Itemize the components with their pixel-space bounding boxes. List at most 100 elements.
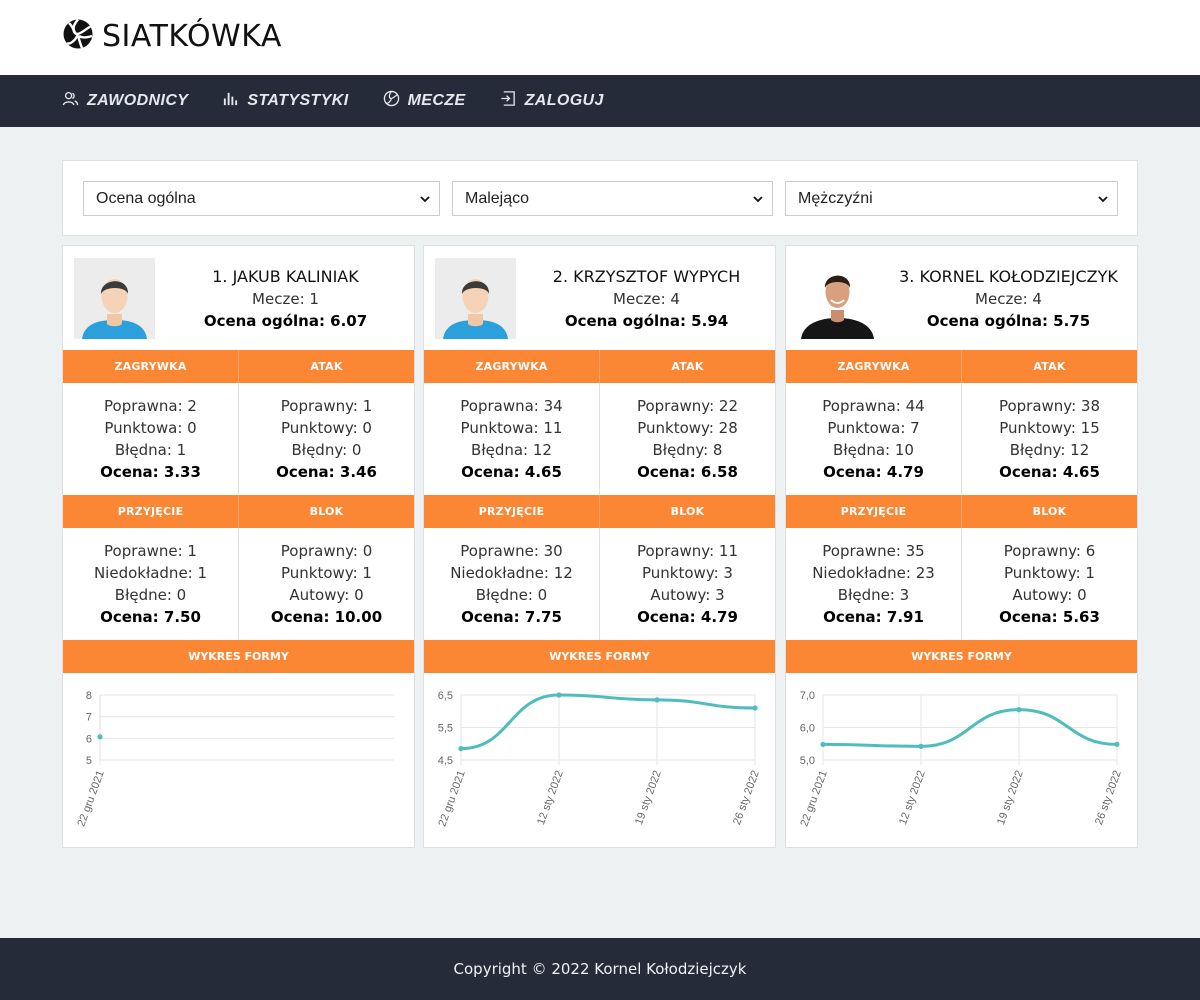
stat-line: Błędny: 8 <box>652 441 723 459</box>
nav-matches[interactable]: MECZE <box>383 90 466 112</box>
y-tick-label: 6,0 <box>800 723 815 735</box>
stat-rating: Ocena: 3.33 <box>100 463 201 481</box>
form-chart-header: WYKRES FORMY <box>424 640 775 673</box>
stat-line: Punktowy: 15 <box>999 419 1100 437</box>
stat-line: Poprawny: 11 <box>636 542 739 560</box>
x-tick-label: 12 sty 2022 <box>897 769 928 827</box>
form-chart: 6,5 5,5 4,5 22 gru 2021 12 sty 2022 19 sty 20… <box>436 690 762 828</box>
player-matches: Mecze: 4 <box>613 290 680 308</box>
form-chart-header: WYKRES FORMY <box>63 640 414 673</box>
player-overall-rating: Ocena ogólna: 5.75 <box>926 312 1091 330</box>
serve-stats: Poprawna: 34 Punktowa: 11 Błędna: 12 Oce… <box>424 383 599 495</box>
header: SIATKÓWKA <box>0 0 1200 75</box>
bar-chart-icon <box>222 90 239 112</box>
stat-line: Poprawne: 35 <box>822 542 925 560</box>
x-tick-label: 22 gru 2021 <box>436 769 467 828</box>
gender-value: Mężczyźni <box>798 189 873 207</box>
x-tick-label: 26 sty 2022 <box>1093 769 1124 827</box>
nav-statistics-label: STATYSTYKI <box>247 92 349 109</box>
nav-login[interactable]: ZALOGUJ <box>500 90 604 112</box>
nav-statistics[interactable]: STATYSTYKI <box>222 90 348 112</box>
default-avatar-icon <box>74 258 155 339</box>
stat-line: Błędne: 0 <box>475 586 548 604</box>
stat-line: Błędne: 3 <box>837 586 910 604</box>
data-point <box>458 746 464 752</box>
stat-line: Poprawny: 6 <box>1003 542 1096 560</box>
x-tick-label: 19 sty 2022 <box>633 769 664 827</box>
stat-line: Błędny: 0 <box>291 441 362 459</box>
serve-header: ZAGRYWKA <box>114 360 187 373</box>
player-header: 2. KRZYSZTOF WYPYCH Mecze: 4 Ocena ogóln… <box>424 246 775 350</box>
stat-line: Poprawny: 1 <box>280 397 373 415</box>
series-line <box>460 693 756 751</box>
attack-stats: Poprawny: 38 Punktowy: 15 Błędny: 12 Oce… <box>961 383 1137 495</box>
data-point <box>752 705 758 711</box>
avatar <box>74 258 155 339</box>
player-name[interactable]: 2. KRZYSZTOF WYPYCH <box>516 266 777 288</box>
stat-rating: Ocena: 7.91 <box>823 608 924 626</box>
player-card[interactable]: 2. KRZYSZTOF WYPYCH Mecze: 4 Ocena ogóln… <box>423 245 776 848</box>
stat-line: Poprawny: 0 <box>280 542 373 560</box>
stat-rating: Ocena: 4.65 <box>461 463 562 481</box>
nav-players[interactable]: ZAWODNICY <box>62 90 188 112</box>
stats-serve-attack: ZAGRYWKA ATAK Poprawna: 2 Punktowa: 0 Bł… <box>63 350 414 495</box>
stat-rating: Ocena: 4.79 <box>637 608 738 626</box>
stat-line: Poprawny: 38 <box>998 397 1101 415</box>
sort-by-select[interactable]: Ocena ogólna <box>83 181 440 216</box>
nav-players-label: ZAWODNICY <box>87 92 189 109</box>
form-chart: 8 7 6 5 22 gru 2021 <box>75 690 394 828</box>
player-info: 1. JAKUB KALINIAK Mecze: 1 Ocena ogólna:… <box>155 266 416 332</box>
stat-line: Błędny: 12 <box>1009 441 1090 459</box>
player-info: 3. KORNEL KOŁODZIEJCZYK Mecze: 4 Ocena o… <box>878 266 1139 332</box>
reception-header: PRZYJĘCIE <box>840 505 907 518</box>
stats-reception-block: PRZYJĘCIE BLOK Poprawne: 35 Niedokładne:… <box>786 495 1137 640</box>
data-point <box>918 743 924 749</box>
attack-stats: Poprawny: 1 Punktowy: 0 Błędny: 0 Ocena:… <box>238 383 414 495</box>
gender-select[interactable]: Mężczyźni <box>785 181 1118 216</box>
app-title: SIATKÓWKA <box>102 19 282 54</box>
serve-header: ZAGRYWKA <box>837 360 910 373</box>
block-header: BLOK <box>599 495 775 528</box>
stat-line: Błędna: 10 <box>833 441 914 459</box>
nav-login-label: ZALOGUJ <box>524 92 604 109</box>
y-tick-label: 8 <box>86 690 92 702</box>
stat-rating: Ocena: 4.79 <box>823 463 924 481</box>
stat-line: Autowy: 3 <box>650 586 725 604</box>
copyright-text: Copyright © 2022 Kornel Kołodziejczyk <box>453 960 747 978</box>
reception-stats: Poprawne: 1 Niedokładne: 1 Błędne: 0 Oce… <box>63 528 238 640</box>
player-card[interactable]: 3. KORNEL KOŁODZIEJCZYK Mecze: 4 Ocena o… <box>785 245 1138 848</box>
stat-line: Autowy: 0 <box>1012 586 1087 604</box>
stat-line: Poprawny: 22 <box>636 397 739 415</box>
stat-line: Autowy: 0 <box>289 586 364 604</box>
x-tick-label: 26 sty 2022 <box>731 769 762 827</box>
stat-line: Punktowy: 28 <box>637 419 738 437</box>
stat-line: Poprawna: 44 <box>822 397 925 415</box>
logo[interactable]: SIATKÓWKA <box>62 18 282 55</box>
stat-rating: Ocena: 7.50 <box>100 608 201 626</box>
x-tick-label: 22 gru 2021 <box>798 769 829 828</box>
order-select[interactable]: Malejąco <box>452 181 773 216</box>
stats-serve-attack: ZAGRYWKA ATAK Poprawna: 34 Punktowa: 11 … <box>424 350 775 495</box>
y-tick-label: 5,0 <box>800 755 815 767</box>
block-stats: Poprawny: 0 Punktowy: 1 Autowy: 0 Ocena:… <box>238 528 414 640</box>
stats-serve-attack: ZAGRYWKA ATAK Poprawna: 44 Punktowa: 7 B… <box>786 350 1137 495</box>
player-name[interactable]: 1. JAKUB KALINIAK <box>155 266 416 288</box>
attack-header: ATAK <box>238 350 414 383</box>
stat-line: Punktowa: 11 <box>460 419 563 437</box>
login-icon <box>500 90 517 112</box>
stat-line: Punktowy: 1 <box>281 564 372 582</box>
block-header: BLOK <box>961 495 1137 528</box>
stat-line: Błędne: 0 <box>114 586 187 604</box>
avatar <box>797 258 878 339</box>
player-name[interactable]: 3. KORNEL KOŁODZIEJCZYK <box>878 266 1139 288</box>
stat-rating: Ocena: 10.00 <box>270 608 383 626</box>
y-tick-label: 7,0 <box>800 690 815 702</box>
reception-stats: Poprawne: 35 Niedokładne: 23 Błędne: 3 O… <box>786 528 961 640</box>
player-card[interactable]: 1. JAKUB KALINIAK Mecze: 1 Ocena ogólna:… <box>62 245 415 848</box>
chevron-down-icon <box>1098 196 1108 203</box>
y-tick-label: 5,5 <box>438 723 453 735</box>
reception-header: PRZYJĘCIE <box>478 505 545 518</box>
data-point <box>820 741 826 747</box>
attack-stats: Poprawny: 22 Punktowy: 28 Błędny: 8 Ocen… <box>599 383 775 495</box>
main-nav: ZAWODNICY STATYSTYKI MECZE ZALOGUJ <box>0 75 1200 127</box>
